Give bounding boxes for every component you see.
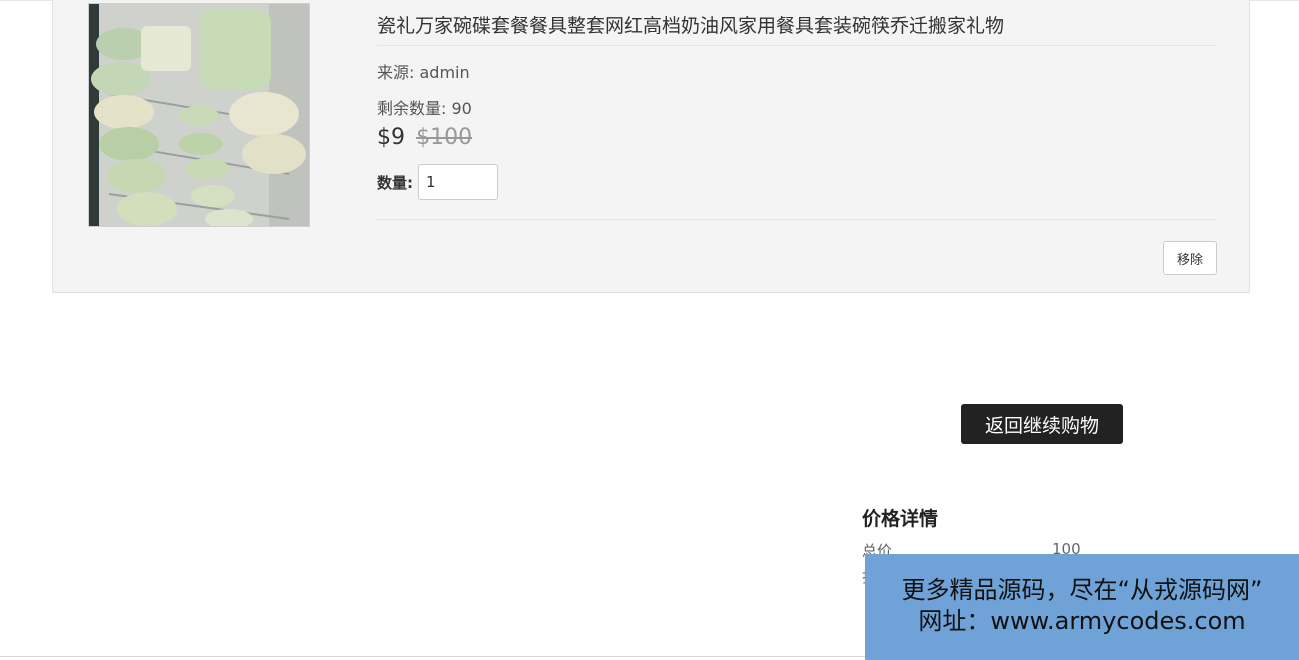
quantity-label: 数量: xyxy=(377,173,413,192)
actions-divider xyxy=(377,219,1217,220)
cart-item-card: 瓷礼万家碗碟套餐餐具整套网红高档奶油风家用餐具套装碗筷乔迁搬家礼物 来源: ad… xyxy=(52,0,1250,293)
original-price: $100 xyxy=(416,125,473,150)
product-image[interactable] xyxy=(88,3,310,227)
price-details-title: 价格详情 xyxy=(862,508,939,530)
watermark-banner: 更多精品源码，尽在“从戎源码网” 网址：www.armycodes.com xyxy=(865,554,1299,660)
quantity-input[interactable] xyxy=(418,164,498,200)
watermark-line1: 更多精品源码，尽在“从戎源码网” xyxy=(901,576,1263,604)
price-row: $9 $100 xyxy=(377,125,472,150)
title-divider xyxy=(377,45,1217,46)
product-stock: 剩余数量: 90 xyxy=(377,99,472,118)
remove-button[interactable]: 移除 xyxy=(1163,241,1217,275)
current-price: $9 xyxy=(377,125,405,150)
product-photo xyxy=(89,4,309,226)
continue-shopping-button[interactable]: 返回继续购物 xyxy=(961,404,1123,444)
product-title[interactable]: 瓷礼万家碗碟套餐餐具整套网红高档奶油风家用餐具套装碗筷乔迁搬家礼物 xyxy=(377,11,1004,38)
watermark-line2: 网址：www.armycodes.com xyxy=(918,607,1246,635)
quantity-row: 数量: xyxy=(377,164,498,200)
product-source: 来源: admin xyxy=(377,63,470,82)
